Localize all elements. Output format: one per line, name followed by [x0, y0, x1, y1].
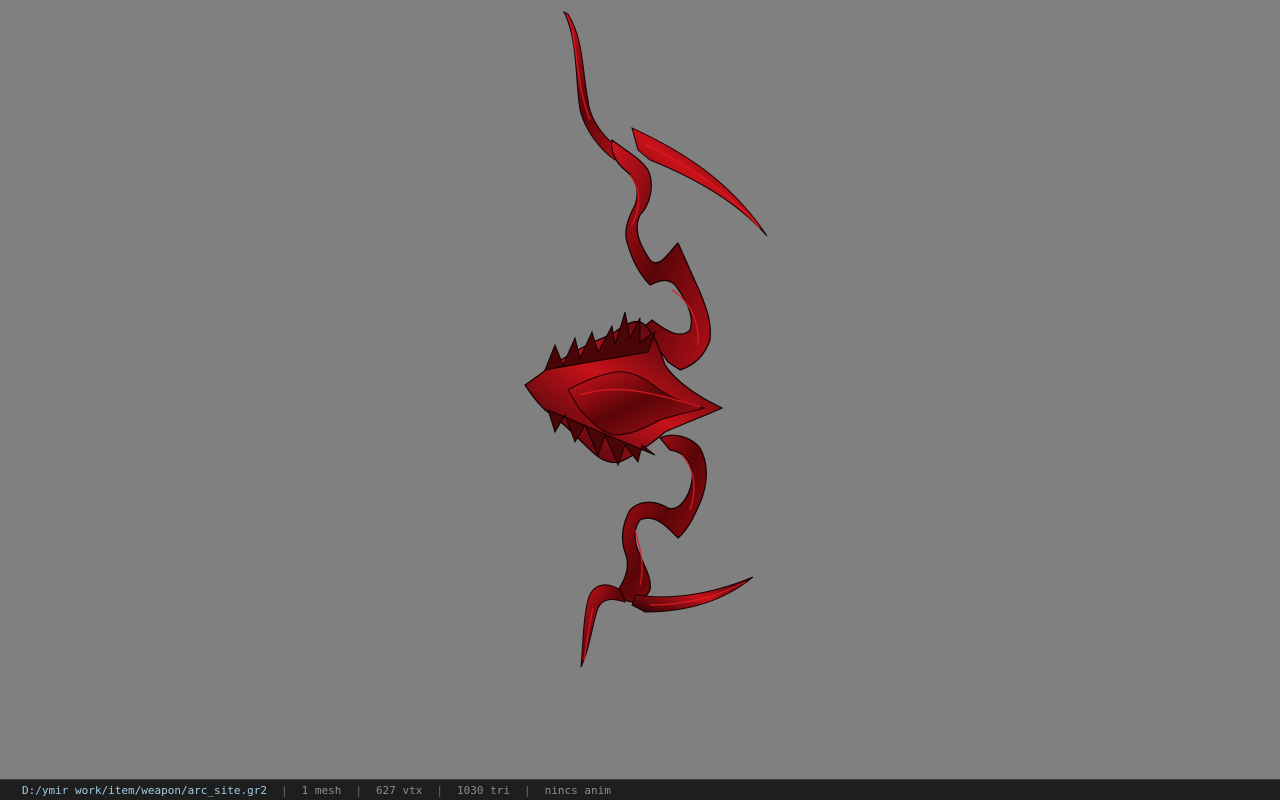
separator: | [281, 783, 288, 797]
separator: | [436, 783, 444, 797]
vertex-count: 627 vtx [376, 783, 423, 797]
file-path: D:/ymir work/item/weapon/arc_site.gr2 [22, 783, 268, 797]
triangle-count: 1030 tri [457, 783, 511, 797]
separator: | [355, 783, 363, 797]
separator: | [524, 783, 531, 797]
bow-model-render[interactable] [0, 0, 1280, 779]
lower-limb-tip [580, 584, 626, 668]
status-bar: D:/ymir work/item/weapon/arc_site.gr2 | … [0, 779, 1280, 800]
upper-spur [631, 127, 768, 237]
animation-status: nincs anim [544, 783, 611, 797]
3d-viewport[interactable] [0, 0, 1280, 779]
mesh-count: 1 mesh [301, 783, 342, 797]
lower-limb-body [617, 434, 707, 603]
